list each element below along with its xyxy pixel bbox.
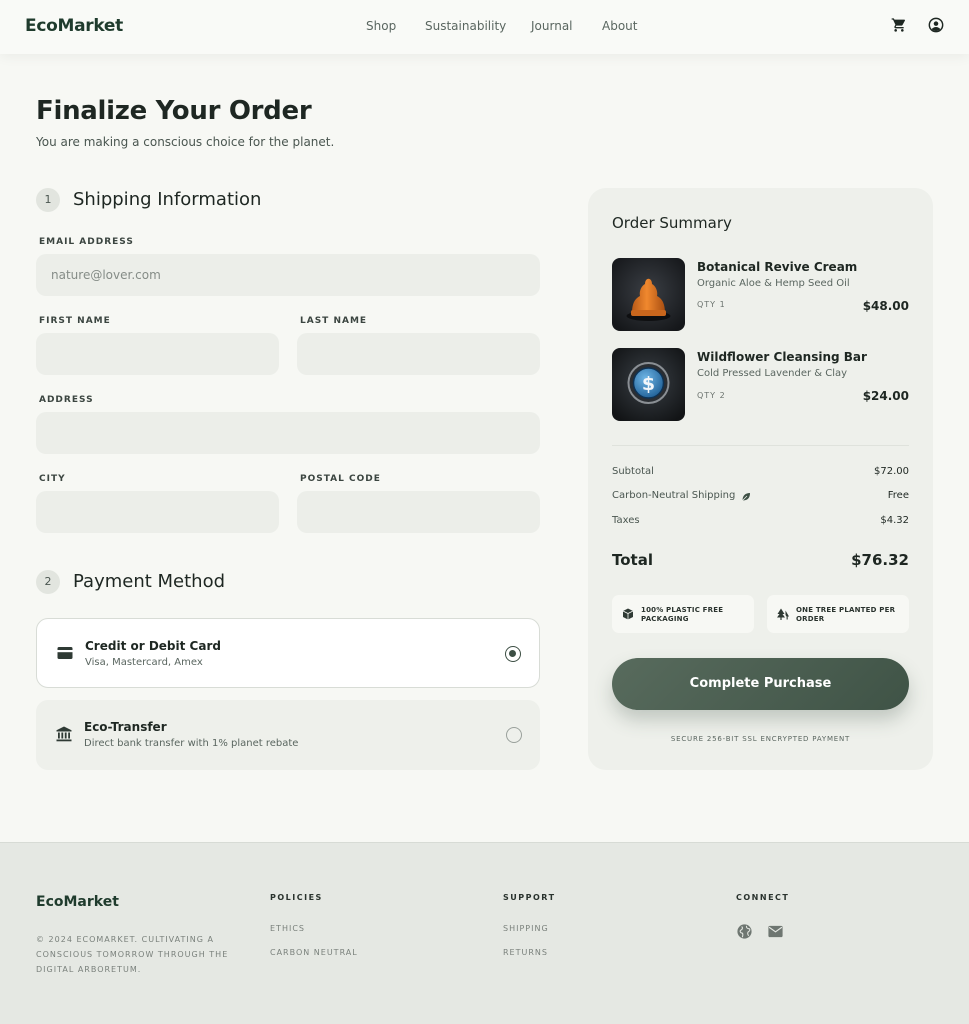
product-price: $48.00 bbox=[862, 299, 909, 313]
city-field[interactable] bbox=[36, 491, 279, 533]
account-circle-icon[interactable] bbox=[928, 17, 944, 33]
complete-purchase-button[interactable]: Complete Purchase bbox=[612, 658, 909, 710]
postal-code-field[interactable] bbox=[297, 491, 540, 533]
address-label: ADDRESS bbox=[39, 395, 94, 405]
radio-selected[interactable] bbox=[505, 646, 521, 662]
product-desc: Cold Pressed Lavender & Clay bbox=[697, 368, 848, 379]
total-label: Total bbox=[612, 551, 653, 569]
credit-card-icon bbox=[57, 647, 73, 659]
payment-section-title: Payment Method bbox=[73, 571, 226, 592]
email-field[interactable] bbox=[36, 254, 540, 296]
footer-link-returns[interactable]: RETURNS bbox=[503, 948, 548, 957]
globe-icon[interactable] bbox=[736, 923, 753, 940]
radio-unselected[interactable] bbox=[506, 727, 522, 743]
footer-copyright: © 2024 ECOMARKET. CULTIVATING A CONSCIOU… bbox=[36, 935, 229, 974]
order-summary-panel: Order Summary Botanical Revive Cream Org… bbox=[588, 188, 933, 770]
product-qty: QTY 2 bbox=[697, 391, 726, 400]
payment-option-eco-transfer[interactable]: Eco-Transfer Direct bank transfer with 1… bbox=[36, 700, 540, 770]
last-name-field[interactable] bbox=[297, 333, 540, 375]
first-name-field[interactable] bbox=[36, 333, 279, 375]
footer-link-carbon-neutral[interactable]: CARBON NEUTRAL bbox=[270, 948, 358, 957]
total-value: $76.32 bbox=[851, 551, 909, 569]
trees-icon bbox=[777, 608, 789, 620]
product-name: Wildflower Cleansing Bar bbox=[697, 350, 867, 364]
shipping-label: Carbon-Neutral Shipping bbox=[612, 490, 750, 501]
footer-link-shipping[interactable]: SHIPPING bbox=[503, 924, 549, 933]
footer-logo[interactable]: EcoMarket bbox=[36, 894, 119, 910]
logo[interactable]: EcoMarket bbox=[25, 16, 123, 36]
badge-text: 100% PLASTIC FREE PACKAGING bbox=[641, 606, 724, 623]
payment-option-title: Credit or Debit Card bbox=[85, 639, 221, 653]
shipping-section-title: Shipping Information bbox=[73, 189, 262, 210]
payment-option-title: Eco-Transfer bbox=[84, 720, 167, 734]
nav-shop[interactable]: Shop bbox=[366, 19, 396, 33]
footer-policies-heading: POLICIES bbox=[270, 893, 323, 902]
step-number-shipping: 1 bbox=[36, 188, 60, 212]
badge-text: ONE TREE PLANTED PER ORDER bbox=[796, 606, 896, 623]
taxes-value: $4.32 bbox=[880, 515, 909, 526]
product-image-bar: $ bbox=[612, 348, 685, 421]
address-field[interactable] bbox=[36, 412, 540, 454]
taxes-label: Taxes bbox=[612, 515, 640, 526]
bank-icon bbox=[56, 726, 72, 742]
plastic-free-badge: 100% PLASTIC FREE PACKAGING bbox=[612, 595, 754, 633]
subtotal-value: $72.00 bbox=[874, 466, 909, 477]
step-number-payment: 2 bbox=[36, 570, 60, 594]
package-icon bbox=[622, 608, 634, 620]
product-image-cream bbox=[612, 258, 685, 331]
page-title: Finalize Your Order bbox=[36, 96, 312, 126]
summary-divider bbox=[612, 445, 909, 446]
subtotal-label: Subtotal bbox=[612, 466, 654, 477]
payment-option-card[interactable]: Credit or Debit Card Visa, Mastercard, A… bbox=[36, 618, 540, 688]
leaf-icon bbox=[742, 493, 750, 501]
footer-connect-heading: CONNECT bbox=[736, 893, 790, 902]
product-price: $24.00 bbox=[862, 389, 909, 403]
product-desc: Organic Aloe & Hemp Seed Oil bbox=[697, 278, 850, 289]
payment-option-desc: Visa, Mastercard, Amex bbox=[85, 657, 203, 668]
postal-code-label: POSTAL CODE bbox=[300, 474, 381, 484]
product-name: Botanical Revive Cream bbox=[697, 260, 858, 274]
mail-icon[interactable] bbox=[767, 923, 784, 940]
top-nav-bar: EcoMarket Shop Sustainability Journal Ab… bbox=[0, 0, 969, 54]
footer-support-heading: SUPPORT bbox=[503, 893, 556, 902]
shipping-value: Free bbox=[887, 490, 909, 501]
cart-icon[interactable] bbox=[891, 17, 907, 33]
product-qty: QTY 1 bbox=[697, 300, 726, 309]
svg-text:$: $ bbox=[642, 373, 655, 395]
nav-sustainability[interactable]: Sustainability bbox=[425, 19, 506, 33]
first-name-label: FIRST NAME bbox=[39, 316, 111, 326]
nav-about[interactable]: About bbox=[602, 19, 637, 33]
footer: EcoMarket © 2024 ECOMARKET. CULTIVATING … bbox=[0, 842, 969, 1024]
footer-link-ethics[interactable]: ETHICS bbox=[270, 924, 305, 933]
page-subtitle: You are making a conscious choice for th… bbox=[36, 135, 335, 149]
payment-option-desc: Direct bank transfer with 1% planet reba… bbox=[84, 738, 299, 749]
secure-payment-note: SECURE 256-BIT SSL ENCRYPTED PAYMENT bbox=[670, 735, 851, 743]
email-label: EMAIL ADDRESS bbox=[39, 237, 134, 247]
nav-journal[interactable]: Journal bbox=[531, 19, 573, 33]
shipping-label-text: Carbon-Neutral Shipping bbox=[612, 490, 736, 501]
tree-planted-badge: ONE TREE PLANTED PER ORDER bbox=[767, 595, 909, 633]
city-label: CITY bbox=[39, 474, 66, 484]
order-summary-title: Order Summary bbox=[612, 214, 732, 232]
last-name-label: LAST NAME bbox=[300, 316, 368, 326]
